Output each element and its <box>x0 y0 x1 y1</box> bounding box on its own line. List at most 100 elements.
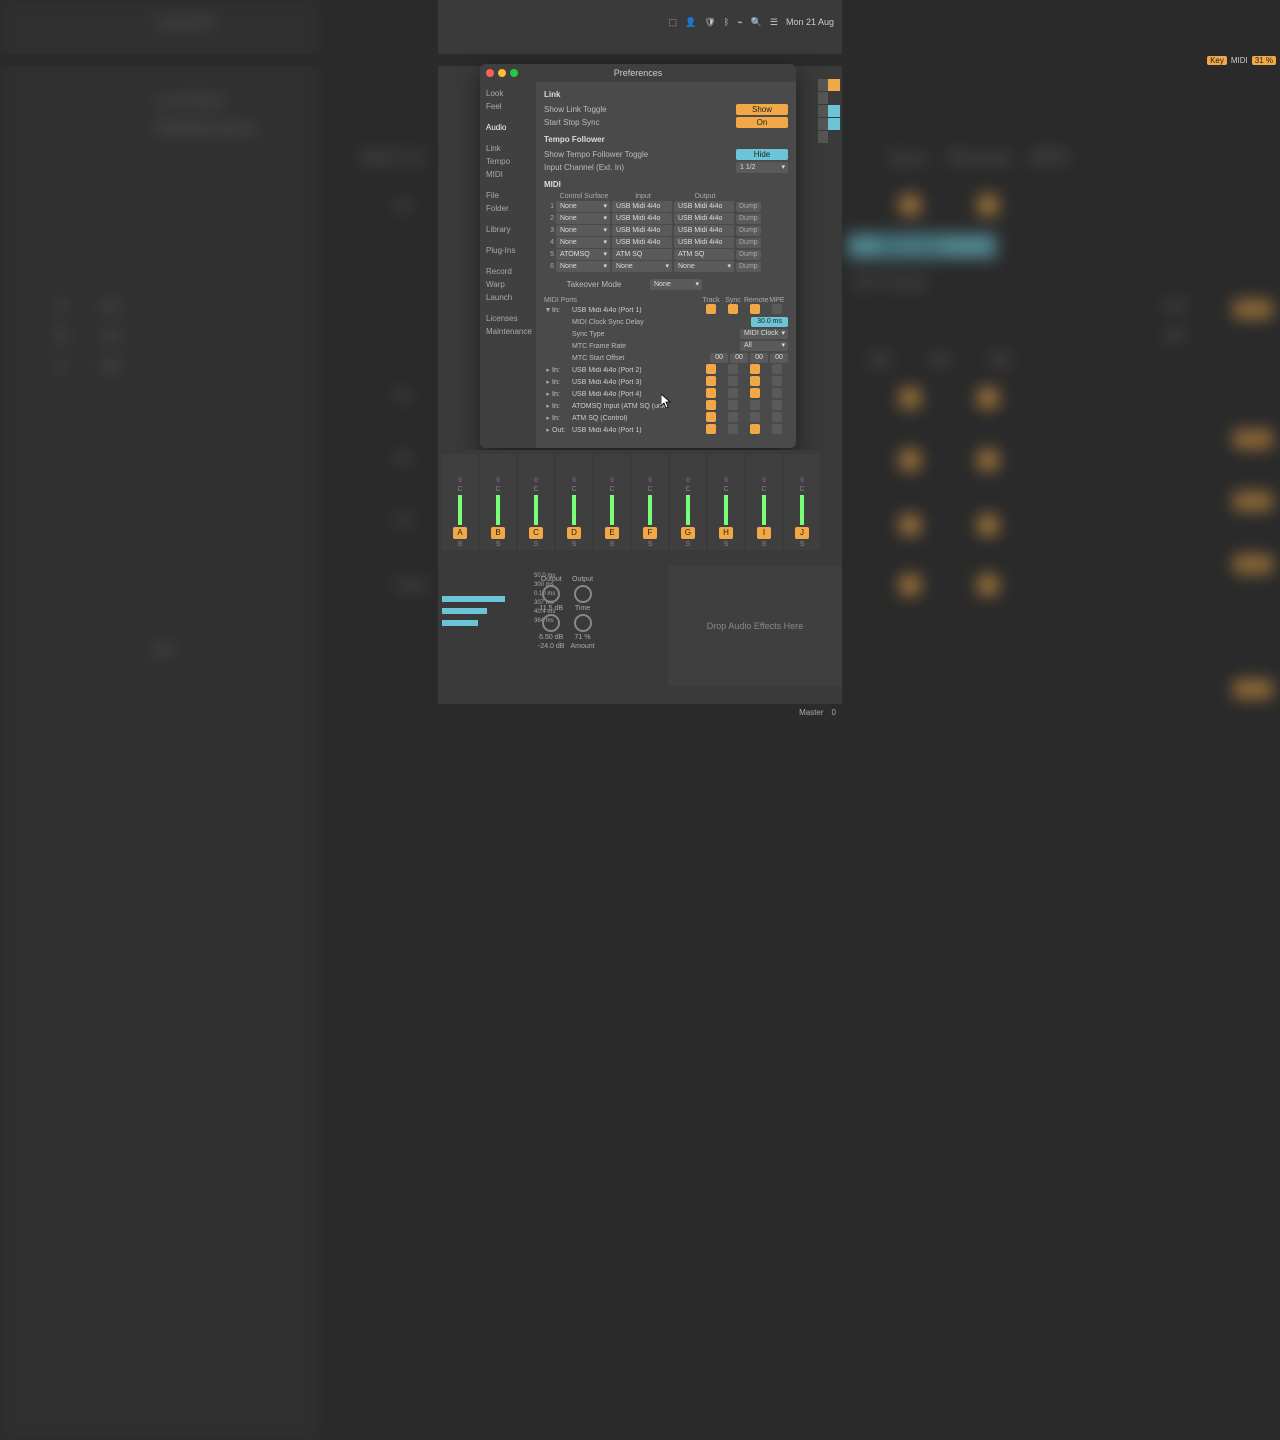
cs-surface-select[interactable]: None <box>556 261 610 272</box>
mixer-channel[interactable]: 0CIS <box>746 454 782 550</box>
checkbox[interactable] <box>750 376 760 386</box>
checkbox[interactable] <box>728 376 738 386</box>
checkbox[interactable] <box>728 388 738 398</box>
cs-input-select[interactable]: USB Midi 4i4o (Po <box>612 225 672 236</box>
key-indicator[interactable]: Key <box>1207 56 1227 65</box>
midi-port-row[interactable]: ▼In:USB Midi 4i4o (Port 1) <box>544 304 788 316</box>
mixer-channel[interactable]: 0CFS <box>632 454 668 550</box>
cs-output-select[interactable]: USB Midi 4i4o (Po <box>674 213 734 224</box>
control-surface-row: 2 None USB Midi 4i4o (Po USB Midi 4i4o (… <box>544 213 788 224</box>
sidebar-item-midi[interactable]: MIDI <box>484 169 532 180</box>
amount-knob[interactable] <box>574 614 592 632</box>
checkbox[interactable] <box>728 424 738 434</box>
show-tempo-toggle[interactable]: Hide <box>736 149 788 160</box>
gain-knob[interactable] <box>542 585 560 603</box>
checkbox[interactable] <box>706 412 716 422</box>
checkbox[interactable] <box>706 376 716 386</box>
dump-button[interactable]: Dump <box>736 250 761 260</box>
checkbox[interactable] <box>728 304 738 314</box>
checkbox[interactable] <box>728 364 738 374</box>
cs-output-select[interactable]: ATM SQ (unknow <box>674 249 734 260</box>
checkbox[interactable] <box>772 376 782 386</box>
cs-input-select[interactable]: USB Midi 4i4o (Po <box>612 237 672 248</box>
checkbox[interactable] <box>772 412 782 422</box>
port-setting-select[interactable]: MIDI Clock <box>740 329 788 339</box>
checkbox[interactable] <box>728 412 738 422</box>
sidebar-item-folder[interactable]: Folder <box>484 203 532 214</box>
checkbox[interactable] <box>772 424 782 434</box>
checkbox[interactable] <box>750 364 760 374</box>
drop-effects-zone[interactable]: Drop Audio Effects Here <box>668 566 842 686</box>
show-link-toggle[interactable]: Show <box>736 104 788 115</box>
cs-input-select[interactable]: ATM SQ (unknow <box>612 249 672 260</box>
cs-output-select[interactable]: USB Midi 4i4o (Po <box>674 201 734 212</box>
sidebar-item-record[interactable]: Record <box>484 266 532 277</box>
sidebar-item-link[interactable]: Link <box>484 143 532 154</box>
cs-output-select[interactable]: USB Midi 4i4o (Po <box>674 237 734 248</box>
dump-button[interactable]: Dump <box>736 214 761 224</box>
cs-surface-select[interactable]: ATOMSQ <box>556 249 610 260</box>
mixer-channel[interactable]: 0CES <box>594 454 630 550</box>
dump-button[interactable]: Dump <box>736 262 761 272</box>
sidebar-item-library[interactable]: Library <box>484 224 532 235</box>
checkbox[interactable] <box>772 304 782 314</box>
checkbox[interactable] <box>772 364 782 374</box>
sidebar-item-plug-ins[interactable]: Plug-Ins <box>484 245 532 256</box>
checkbox[interactable] <box>750 424 760 434</box>
sidebar-item-launch[interactable]: Launch <box>484 292 532 303</box>
mixer-section: 0CAS0CBS0CCS0CDS0CES0CFS0CGS0CHS0CIS0CJS <box>438 450 842 554</box>
delay-device[interactable]: 50.0 ms300 ms0.10 ms307 ms40.4 ms364 ms … <box>438 566 668 686</box>
checkbox[interactable] <box>706 364 716 374</box>
checkbox[interactable] <box>728 400 738 410</box>
sidebar-item-licenses[interactable]: Licenses <box>484 313 532 324</box>
midi-port-row[interactable]: ▸In:USB Midi 4i4o (Port 3) <box>544 376 788 388</box>
mixer-channel[interactable]: 0CBS <box>480 454 516 550</box>
checkbox[interactable] <box>750 412 760 422</box>
mixer-channel[interactable]: 0CDS <box>556 454 592 550</box>
takeover-select[interactable]: None <box>650 279 702 290</box>
checkbox[interactable] <box>706 424 716 434</box>
checkbox[interactable] <box>750 400 760 410</box>
sidebar-item-warp[interactable]: Warp <box>484 279 532 290</box>
checkbox[interactable] <box>706 400 716 410</box>
cs-output-select[interactable]: None <box>674 261 734 272</box>
dump-button[interactable]: Dump <box>736 226 761 236</box>
port-setting-select[interactable]: All <box>740 341 788 351</box>
cs-surface-select[interactable]: None <box>556 225 610 236</box>
mixer-channel[interactable]: 0CAS <box>442 454 478 550</box>
gain2-knob[interactable] <box>542 614 560 632</box>
midi-port-row[interactable]: ▸In:ATM SQ (Control) <box>544 412 788 424</box>
cs-surface-select[interactable]: None <box>556 201 610 212</box>
dump-button[interactable]: Dump <box>736 202 761 212</box>
cs-input-select[interactable]: USB Midi 4i4o (Po <box>612 213 672 224</box>
mixer-channel[interactable]: 0CHS <box>708 454 744 550</box>
sidebar-item-audio[interactable]: Audio <box>484 122 532 133</box>
checkbox[interactable] <box>772 388 782 398</box>
sync-delay-value[interactable]: 30.0 ms <box>751 317 788 327</box>
mtc-offset[interactable]: 00000000 <box>710 353 788 363</box>
cs-surface-select[interactable]: None <box>556 213 610 224</box>
mixer-channel[interactable]: 0CCS <box>518 454 554 550</box>
sidebar-item-feel[interactable]: Feel <box>484 101 532 112</box>
sidebar-item-file[interactable]: File <box>484 190 532 201</box>
dump-button[interactable]: Dump <box>736 238 761 248</box>
midi-port-row[interactable]: ▸In:USB Midi 4i4o (Port 2) <box>544 364 788 376</box>
checkbox[interactable] <box>706 304 716 314</box>
cs-input-select[interactable]: None <box>612 261 672 272</box>
sidebar-item-tempo[interactable]: Tempo <box>484 156 532 167</box>
mixer-channel[interactable]: 0CGS <box>670 454 706 550</box>
sidebar-item-maintenance[interactable]: Maintenance <box>484 326 532 337</box>
start-stop-toggle[interactable]: On <box>736 117 788 128</box>
cs-output-select[interactable]: USB Midi 4i4o (Po <box>674 225 734 236</box>
input-ch-select[interactable]: 1 1/2 <box>736 162 788 173</box>
checkbox[interactable] <box>772 400 782 410</box>
time-knob[interactable] <box>574 585 592 603</box>
checkbox[interactable] <box>706 388 716 398</box>
mixer-channel[interactable]: 0CJS <box>784 454 820 550</box>
checkbox[interactable] <box>750 304 760 314</box>
sidebar-item-look[interactable]: Look <box>484 88 532 99</box>
checkbox[interactable] <box>750 388 760 398</box>
cs-input-select[interactable]: USB Midi 4i4o (Po <box>612 201 672 212</box>
cs-surface-select[interactable]: None <box>556 237 610 248</box>
midi-port-row[interactable]: ▸Out:USB Midi 4i4o (Port 1) <box>544 424 788 436</box>
